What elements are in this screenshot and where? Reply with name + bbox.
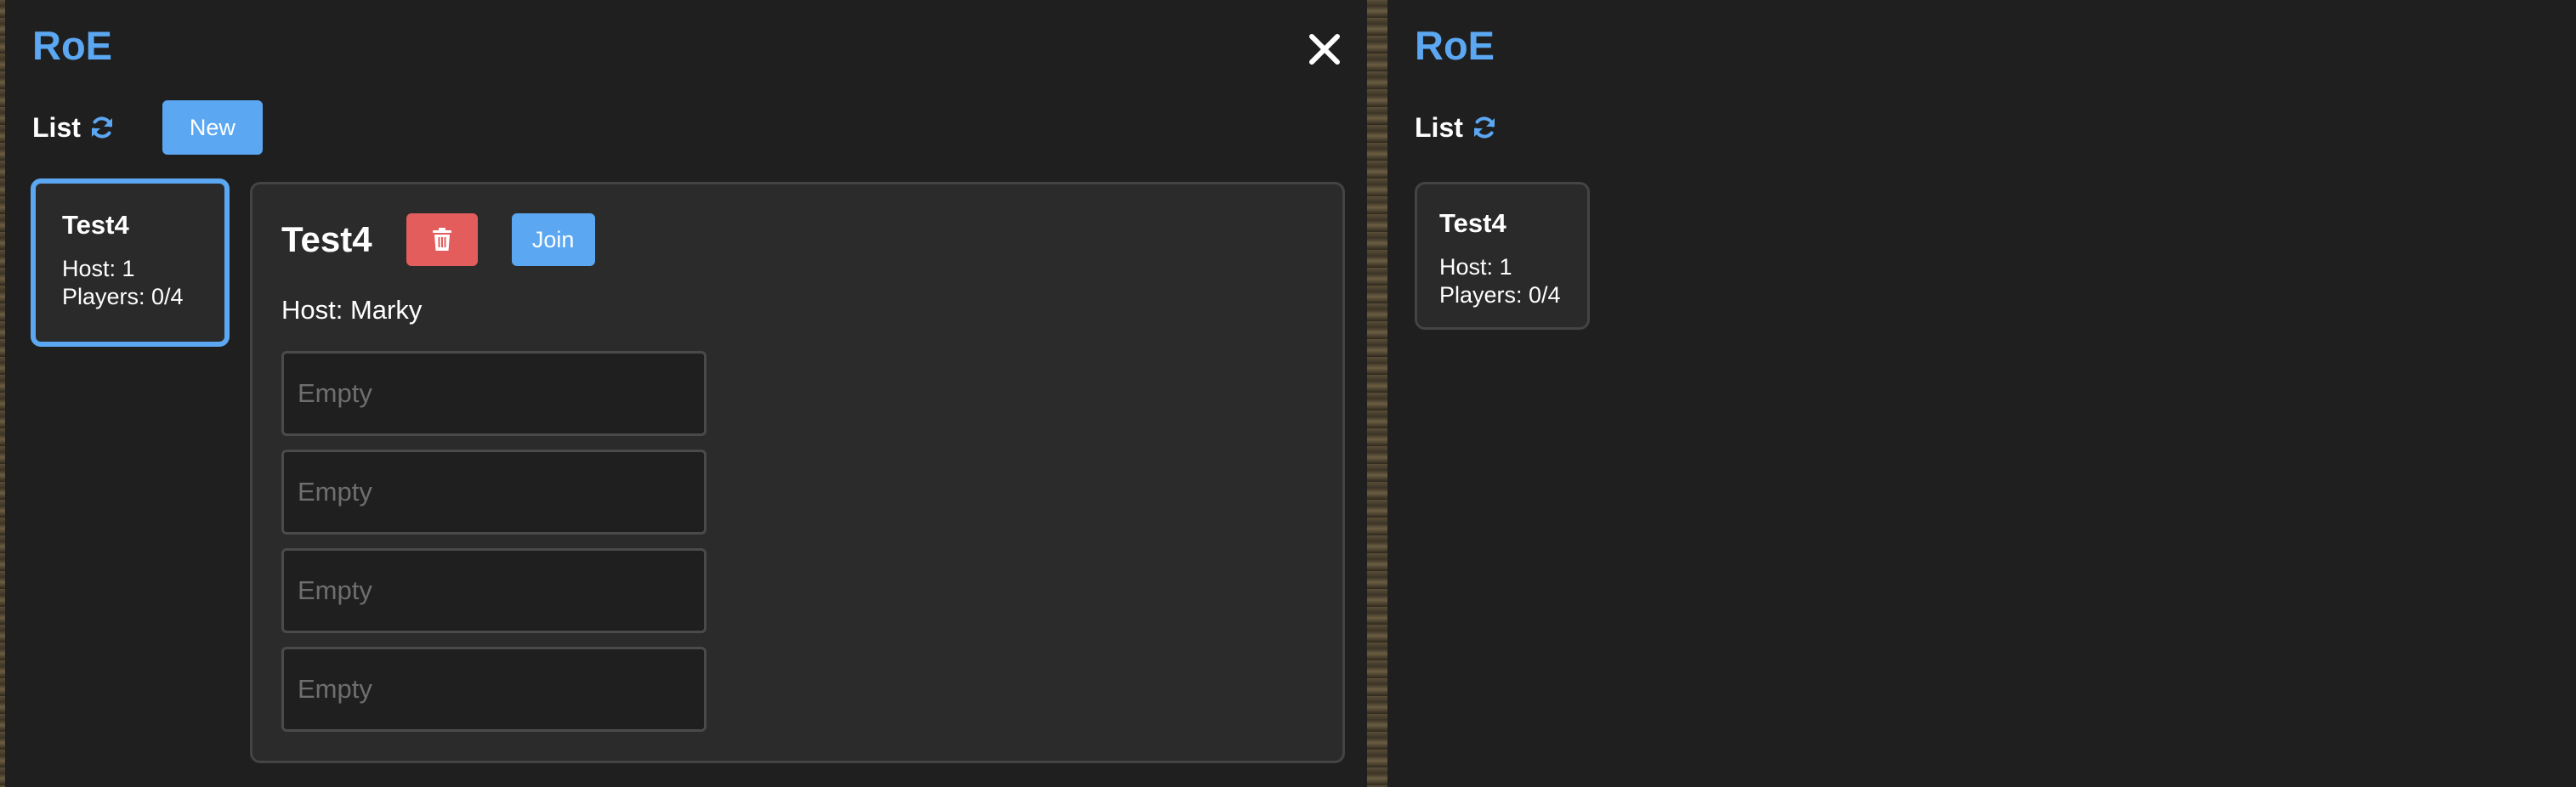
lobby-window-right: RoE List Test4 Host: 1 Players: 0/4 (1387, 0, 2576, 787)
trash-icon (432, 228, 451, 251)
room-card-host: Host: 1 (1439, 254, 1512, 280)
list-label: List (32, 111, 81, 143)
refresh-icon[interactable] (89, 115, 115, 140)
room-card-name: Test4 (1439, 208, 1506, 238)
room-card-players: Players: 0/4 (62, 284, 184, 309)
room-detail-host: Host: Marky (281, 295, 423, 325)
close-icon (1309, 34, 1340, 65)
room-card-players: Players: 0/4 (1439, 282, 1561, 308)
player-slot-4[interactable] (281, 647, 706, 732)
app-title: RoE (32, 23, 112, 68)
close-button[interactable] (1304, 29, 1345, 70)
room-card-name: Test4 (62, 210, 129, 240)
list-header: List (1415, 100, 1497, 155)
room-detail-panel: Test4 Join Host: Marky (250, 182, 1345, 763)
app-title: RoE (1415, 23, 1495, 68)
delete-room-button[interactable] (406, 213, 478, 266)
room-card[interactable]: Test4 Host: 1 Players: 0/4 (31, 178, 230, 347)
list-header: List New (32, 100, 263, 155)
room-card-host: Host: 1 (62, 256, 135, 281)
player-slot-3[interactable] (281, 548, 706, 633)
lobby-window-left: RoE List New Test4 Host: 1 Players: 0/4 … (5, 0, 1367, 787)
background-strip-middle (1367, 0, 1387, 787)
room-card[interactable]: Test4 Host: 1 Players: 0/4 (1415, 182, 1590, 330)
room-detail-name: Test4 (281, 219, 372, 259)
refresh-icon[interactable] (1472, 115, 1497, 140)
player-slot-1[interactable] (281, 351, 706, 436)
new-room-button[interactable]: New (162, 100, 263, 155)
list-label: List (1415, 111, 1463, 143)
join-room-button[interactable]: Join (511, 213, 595, 266)
room-detail-header: Test4 Join (281, 213, 595, 266)
player-slot-2[interactable] (281, 450, 706, 535)
